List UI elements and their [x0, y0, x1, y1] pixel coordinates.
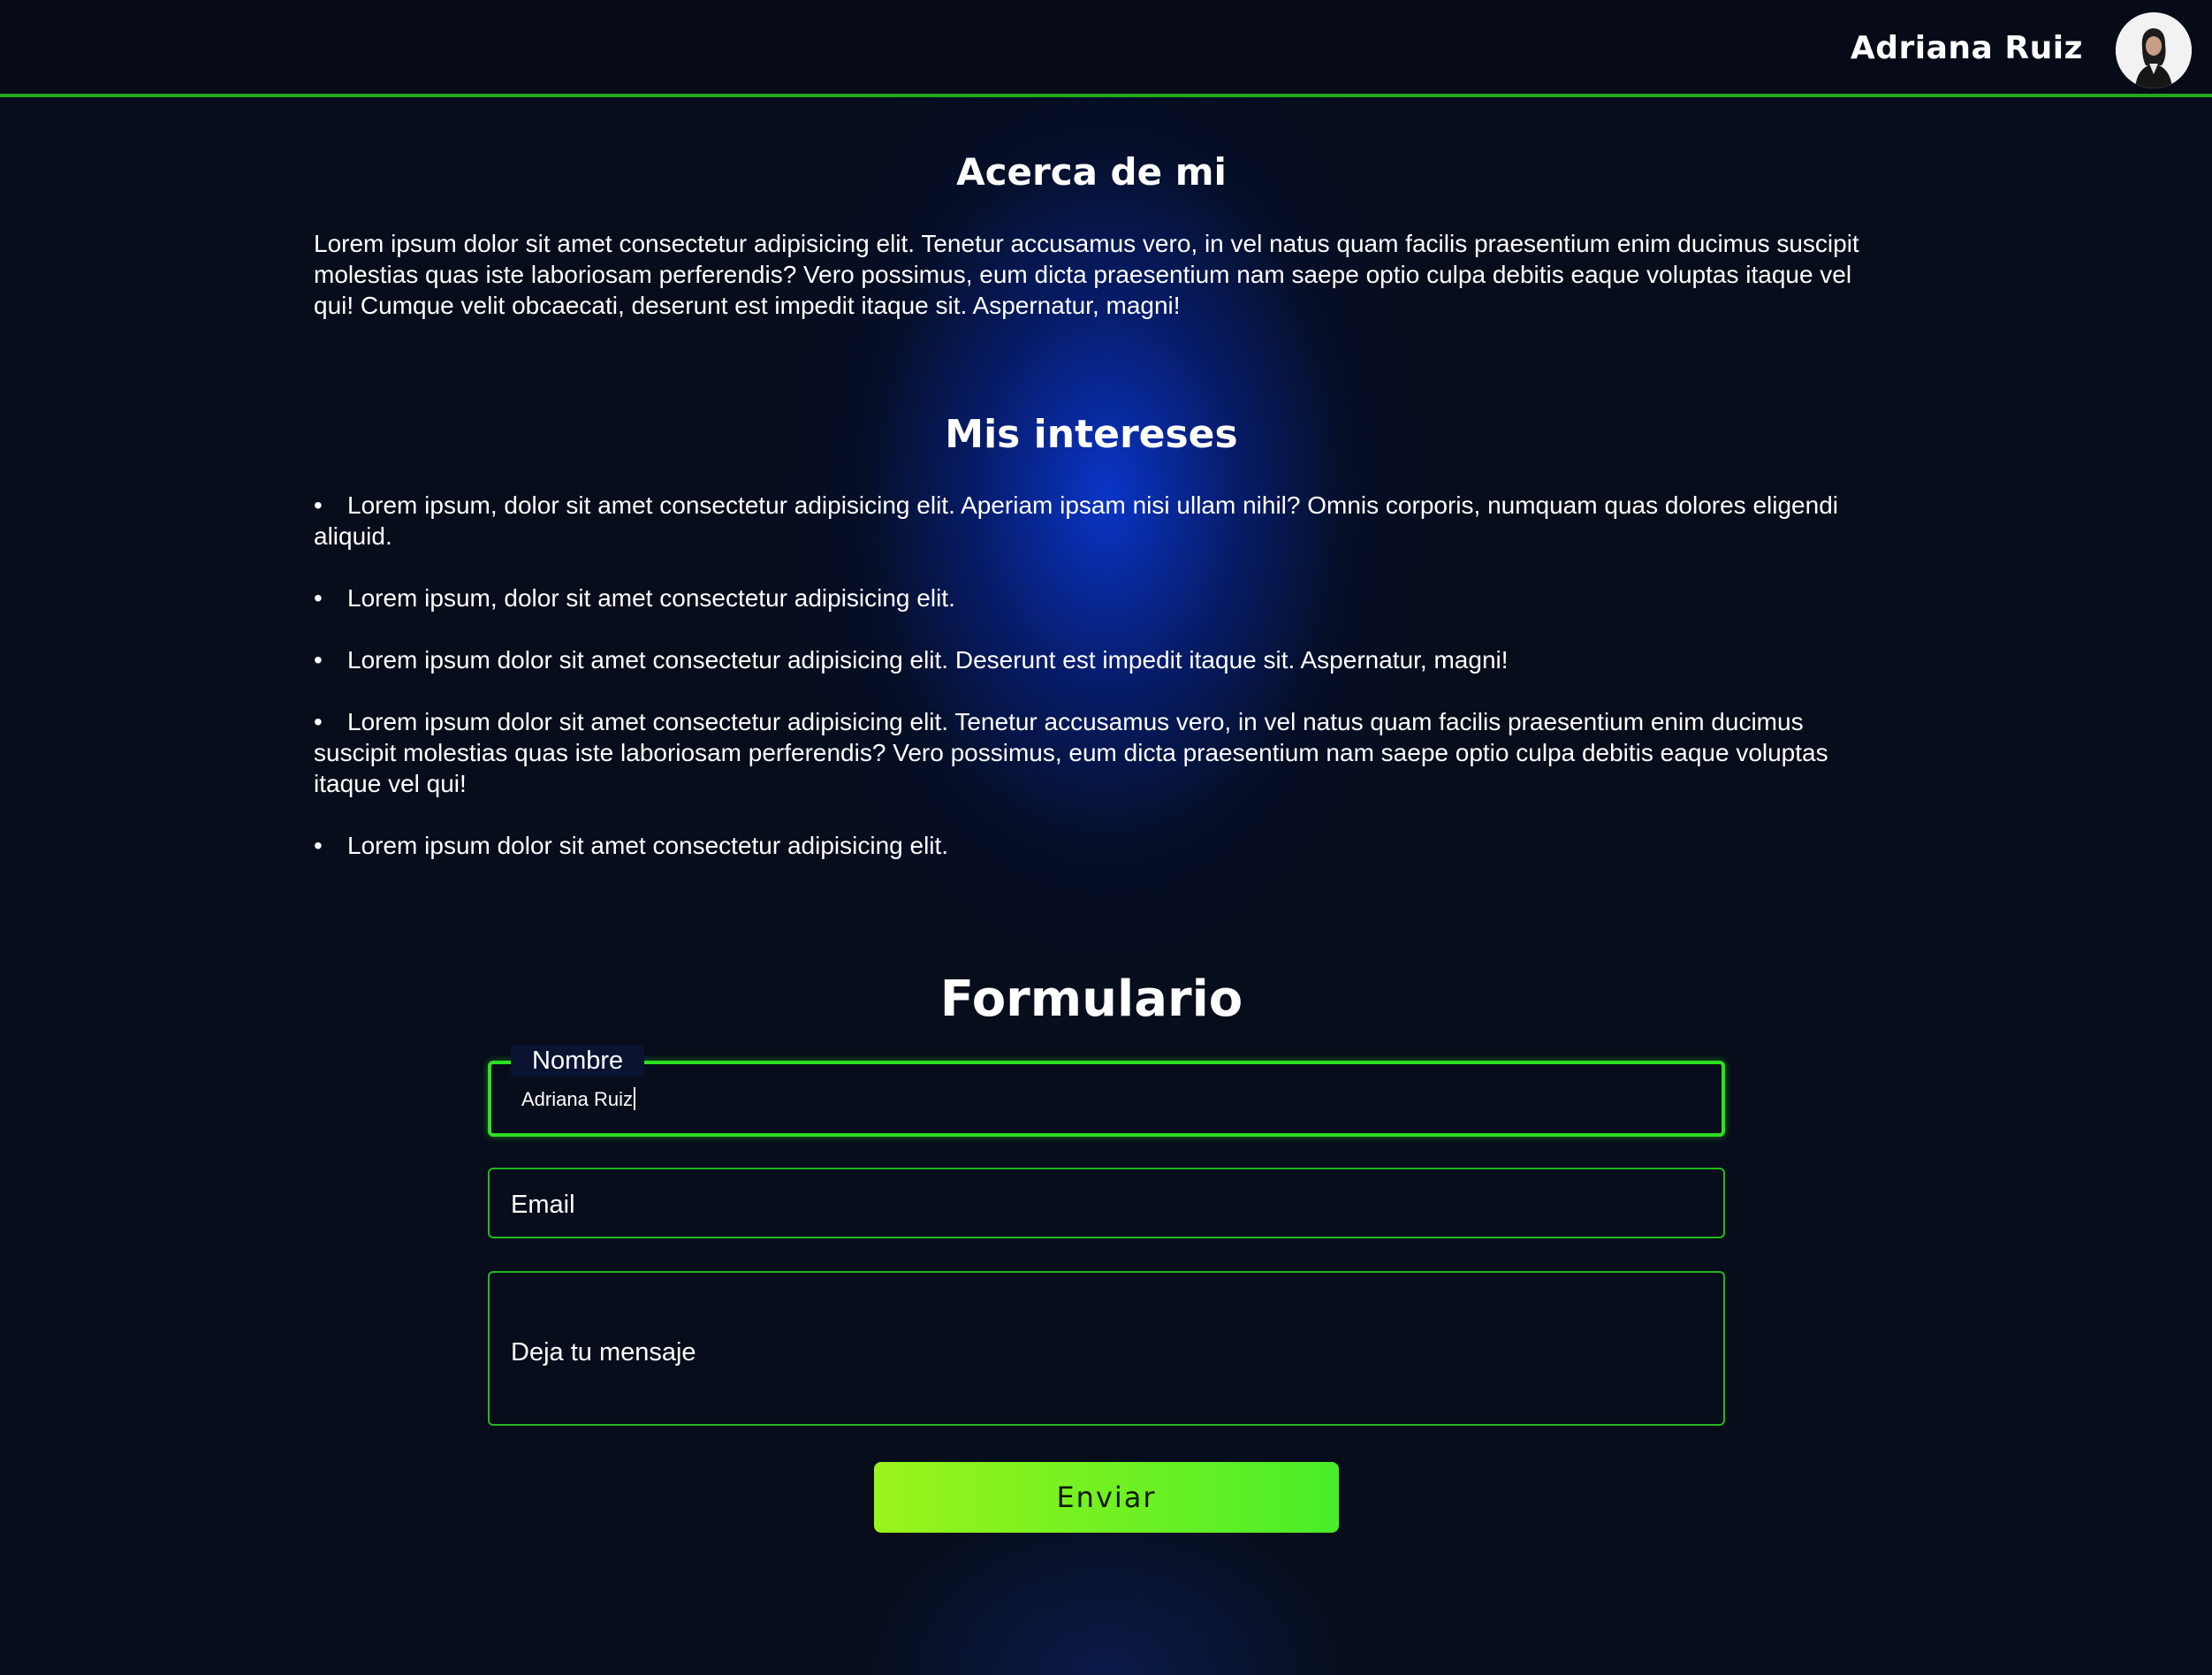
about-title: Acerca de mi	[956, 150, 1227, 194]
bullet-icon: •	[314, 491, 323, 519]
interests-title: Mis intereses	[945, 412, 1238, 457]
bullet-icon: •	[314, 584, 323, 612]
message-field[interactable]: Deja tu mensaje	[488, 1271, 1725, 1426]
interest-item: • Lorem ipsum, dolor sit amet consectetur…	[314, 491, 1838, 550]
text-caret	[633, 1087, 635, 1110]
bullet-icon: •	[314, 708, 323, 735]
email-field[interactable]: Email	[488, 1168, 1725, 1238]
interests-list: • Lorem ipsum, dolor sit amet consectetur…	[314, 490, 1869, 892]
bullet-icon: •	[314, 832, 323, 859]
form-title: Formulario	[939, 971, 1243, 1028]
user-avatar-icon[interactable]	[2116, 12, 2192, 88]
name-input-value[interactable]: Adriana Ruiz	[521, 1087, 635, 1111]
top-bar: Adriana Ruiz	[0, 0, 2212, 97]
interest-item: • Lorem ipsum dolor sit amet consectetur …	[314, 832, 949, 859]
bullet-icon: •	[314, 646, 323, 674]
message-placeholder: Deja tu mensaje	[511, 1338, 696, 1367]
user-name: Adriana Ruiz	[1850, 30, 2083, 66]
about-text: Lorem ipsum dolor sit amet consectetur a…	[314, 230, 1859, 319]
email-placeholder: Email	[511, 1191, 575, 1219]
name-field[interactable]: Nombre Adriana Ruiz	[488, 1045, 1725, 1137]
interest-item: • Lorem ipsum dolor sit amet consectetur …	[314, 708, 1828, 797]
interest-item: • Lorem ipsum, dolor sit amet consectetur…	[314, 584, 955, 612]
submit-button[interactable]: Enviar	[874, 1462, 1339, 1533]
interest-item: • Lorem ipsum dolor sit amet consectetur …	[314, 646, 1509, 674]
name-label: Nombre	[511, 1045, 645, 1077]
